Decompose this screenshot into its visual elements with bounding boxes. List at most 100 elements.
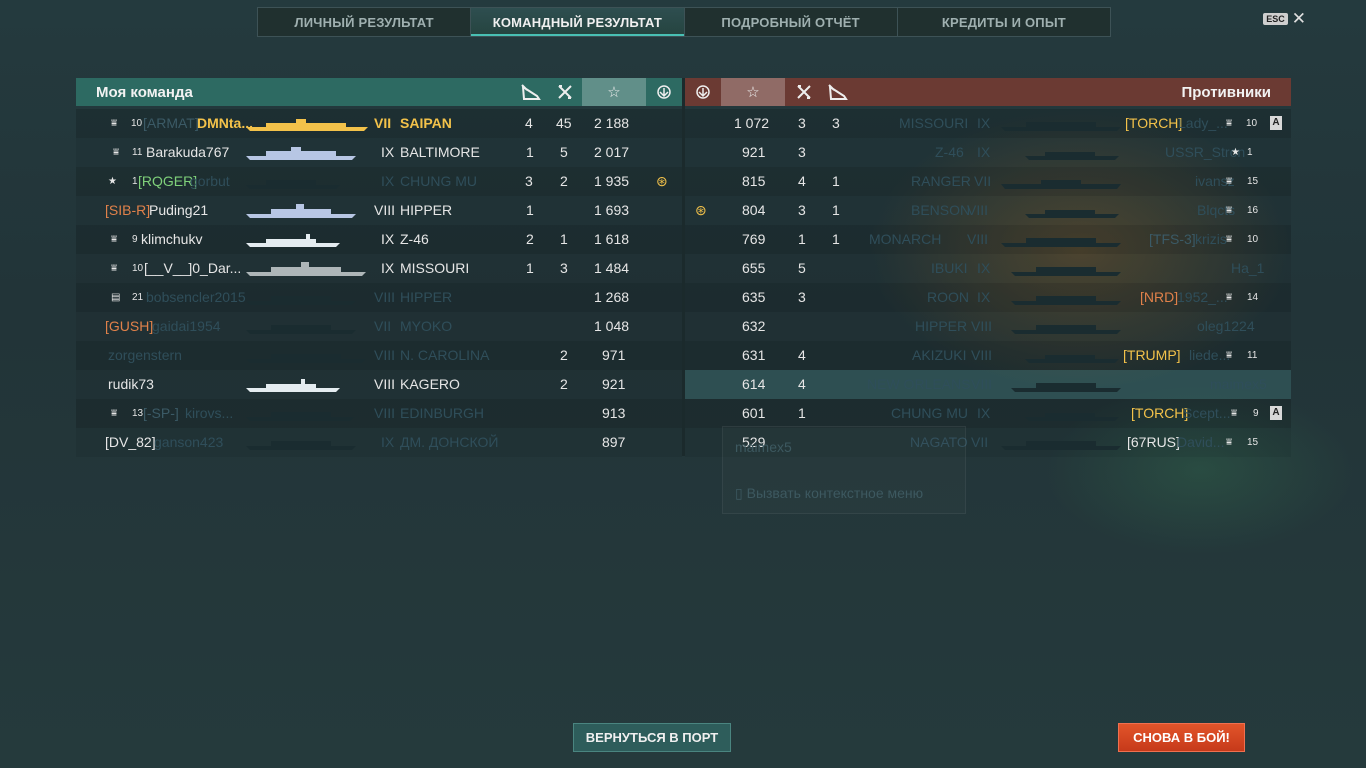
- base-xp: 1 935: [594, 173, 630, 189]
- base-xp: 632: [742, 318, 766, 334]
- enemy-team-title: Противники: [1181, 83, 1271, 101]
- player-name: liede...: [1189, 347, 1231, 363]
- rank-value: 10: [132, 263, 144, 274]
- base-xp: 655: [742, 260, 766, 276]
- ship-name: IBUKI: [931, 260, 968, 276]
- base-xp: 815: [742, 173, 766, 189]
- base-xp-star-icon[interactable]: ☆: [721, 78, 785, 106]
- ships-destroyed: 3: [798, 115, 806, 131]
- table-row[interactable]: 769 1 1 MONARCH VIII [TFS-3] krizis ⩸ 10: [685, 225, 1291, 254]
- table-row[interactable]: 601 1 CHUNG MU IX [TORCH] Scept... ⩸ 9 A: [685, 399, 1291, 428]
- rank-value: 21: [132, 292, 144, 303]
- clan-tag: [ARMAT]: [143, 115, 199, 131]
- ships-destroyed: 5: [798, 260, 806, 276]
- table-row[interactable]: [DV_82] ganson423 IX ДМ. ДОНСКОЙ 897: [76, 428, 682, 457]
- tab-credits-xp[interactable]: КРЕДИТЫ И ОПЫТ: [898, 8, 1110, 36]
- close-button[interactable]: ESC ✕: [1263, 10, 1306, 27]
- table-row[interactable]: 655 5 IBUKI IX Ha_1: [685, 254, 1291, 283]
- base-xp: 921: [742, 144, 766, 160]
- rank-value: 15: [1247, 176, 1259, 187]
- table-row[interactable]: ⊛ 804 3 1 BENSON VIII Blqcts ⩸ 16: [685, 196, 1291, 225]
- table-row[interactable]: ⩸ 9 klimchukv IX Z-46 2 1 1 618: [76, 225, 682, 254]
- rank-value: 1: [1247, 147, 1253, 158]
- achievement-icon[interactable]: [648, 78, 680, 106]
- tab-team-result[interactable]: КОМАНДНЫЙ РЕЗУЛЬТАТ: [471, 8, 685, 36]
- player-name: DMNta...: [197, 115, 253, 131]
- planes-destroyed: 1: [526, 260, 534, 276]
- rank-icon: ⩸: [113, 147, 120, 158]
- ship-silhouette: [1011, 325, 1121, 334]
- ship-silhouette: [1001, 122, 1121, 131]
- player-name: rudik73: [108, 376, 154, 392]
- context-menu-hint[interactable]: ▯ Вызвать контекстное меню: [735, 485, 923, 502]
- table-row[interactable]: ⩸ 10 [__V__]0_Dar... IX MISSOURI 1 3 1 4…: [76, 254, 682, 283]
- ships-destroyed: 3: [798, 202, 806, 218]
- player-name: gorbut: [190, 173, 230, 189]
- ship-tier: IX: [977, 115, 991, 131]
- planes-destroyed-icon[interactable]: [823, 78, 853, 106]
- result-tabs: ЛИЧНЫЙ РЕЗУЛЬТАТ КОМАНДНЫЙ РЕЗУЛЬТАТ ПОД…: [257, 7, 1111, 37]
- ship-silhouette: [1001, 180, 1121, 189]
- table-row[interactable]: 614 4 NEW ORLEANS VIII maimex5: [685, 370, 1291, 399]
- rank-icon: ⩸: [111, 234, 118, 245]
- ship-tier: VII: [971, 434, 989, 450]
- table-row[interactable]: zorgenstern VIII N. CAROLINA 2 971: [76, 341, 682, 370]
- tab-detailed-report[interactable]: ПОДРОБНЫЙ ОТЧЁТ: [685, 8, 898, 36]
- base-xp-star-icon[interactable]: ☆: [582, 78, 646, 106]
- achievement-medal-icon: ⊛: [656, 173, 668, 189]
- ships-destroyed: 3: [798, 289, 806, 305]
- base-xp: 2 188: [594, 115, 630, 131]
- ship-silhouette: [246, 379, 340, 392]
- table-row[interactable]: 631 4 AKIZUKI VIII [TRUMP] liede... ⩸ 11: [685, 341, 1291, 370]
- planes-destroyed-icon[interactable]: [516, 78, 546, 106]
- tab-personal-result[interactable]: ЛИЧНЫЙ РЕЗУЛЬТАТ: [258, 8, 472, 36]
- table-row[interactable]: [GUSH] gaidai1954 VII MYOKO 1 048: [76, 312, 682, 341]
- player-name: [__V__]0_Dar...: [144, 260, 242, 276]
- ships-destroyed: 2: [560, 376, 568, 392]
- ship-silhouette: [246, 441, 356, 450]
- ship-silhouette: [1011, 296, 1121, 305]
- ship-silhouette: [1001, 441, 1121, 450]
- table-row[interactable]: ⩸ 11 Barakuda767 IX BALTIMORE 1 5 2 017: [76, 138, 682, 167]
- rank-value: 11: [1247, 350, 1258, 361]
- table-row[interactable]: 815 4 1 RANGER VII ivansz ⩸ 15: [685, 167, 1291, 196]
- clan-tag: [TRUMP]: [1123, 347, 1181, 363]
- player-name: ganson423: [154, 434, 224, 450]
- player-name: gaidai1954: [152, 318, 221, 334]
- table-row[interactable]: rudik73 VIII KAGERO 2 921: [76, 370, 682, 399]
- base-xp: 1 048: [594, 318, 630, 334]
- planes-destroyed: 1: [832, 202, 840, 218]
- table-row[interactable]: ★ 1 [RQGER] gorbut IX CHUNG MU 3 2 1 935…: [76, 167, 682, 196]
- base-xp: 769: [742, 231, 766, 247]
- player-name: klimchukv: [141, 231, 203, 247]
- ship-name: Z-46: [935, 144, 964, 160]
- achievement-icon[interactable]: [687, 78, 719, 106]
- tooltip-player-name: maimex5: [735, 439, 792, 455]
- planes-destroyed: 2: [526, 231, 534, 247]
- table-row[interactable]: ⩸ 10 [ARMAT] DMNta... VII SAIPAN 4 45 2 …: [76, 109, 682, 138]
- battle-again-button[interactable]: СНОВА В БОЙ!: [1118, 723, 1245, 752]
- base-xp: 635: [742, 289, 766, 305]
- table-row[interactable]: 921 3 Z-46 IX USSR_Stron ★ 1: [685, 138, 1291, 167]
- ships-destroyed-icon[interactable]: [550, 78, 580, 106]
- rank-value: 15: [1247, 437, 1259, 448]
- player-name: krizis: [1195, 231, 1227, 247]
- table-row[interactable]: 1 072 3 3 MISSOURI IX [TORCH] Lady_... ⩸…: [685, 109, 1291, 138]
- ship-silhouette: [246, 296, 356, 305]
- rank-icon: ⩸: [1226, 205, 1233, 216]
- return-to-port-button[interactable]: ВЕРНУТЬСЯ В ПОРТ: [573, 723, 731, 752]
- ships-destroyed: 4: [798, 173, 806, 189]
- table-row[interactable]: [SIB-R] Puding21 VIII HIPPER 1 1 693: [76, 196, 682, 225]
- ship-tier: IX: [381, 434, 395, 450]
- player-name: Puding21: [149, 202, 209, 218]
- ship-tier: VII: [374, 318, 392, 334]
- table-row[interactable]: 635 3 ROON IX [NRD] 1952_... ⩸ 14: [685, 283, 1291, 312]
- clan-tag: [SIB-R]: [105, 202, 151, 218]
- base-xp: 921: [602, 376, 626, 392]
- clan-tag: [TORCH]: [1125, 115, 1183, 131]
- table-row[interactable]: ▤ 21 bobsencler2015 VIII HIPPER 1 268: [76, 283, 682, 312]
- player-name: Scept...: [1183, 405, 1231, 421]
- ships-destroyed-icon[interactable]: [789, 78, 819, 106]
- table-row[interactable]: ⩸ 13 [-SP-] kirovs... VIII EDINBURGH 913: [76, 399, 682, 428]
- table-row[interactable]: 632 HIPPER VIII oleg1224: [685, 312, 1291, 341]
